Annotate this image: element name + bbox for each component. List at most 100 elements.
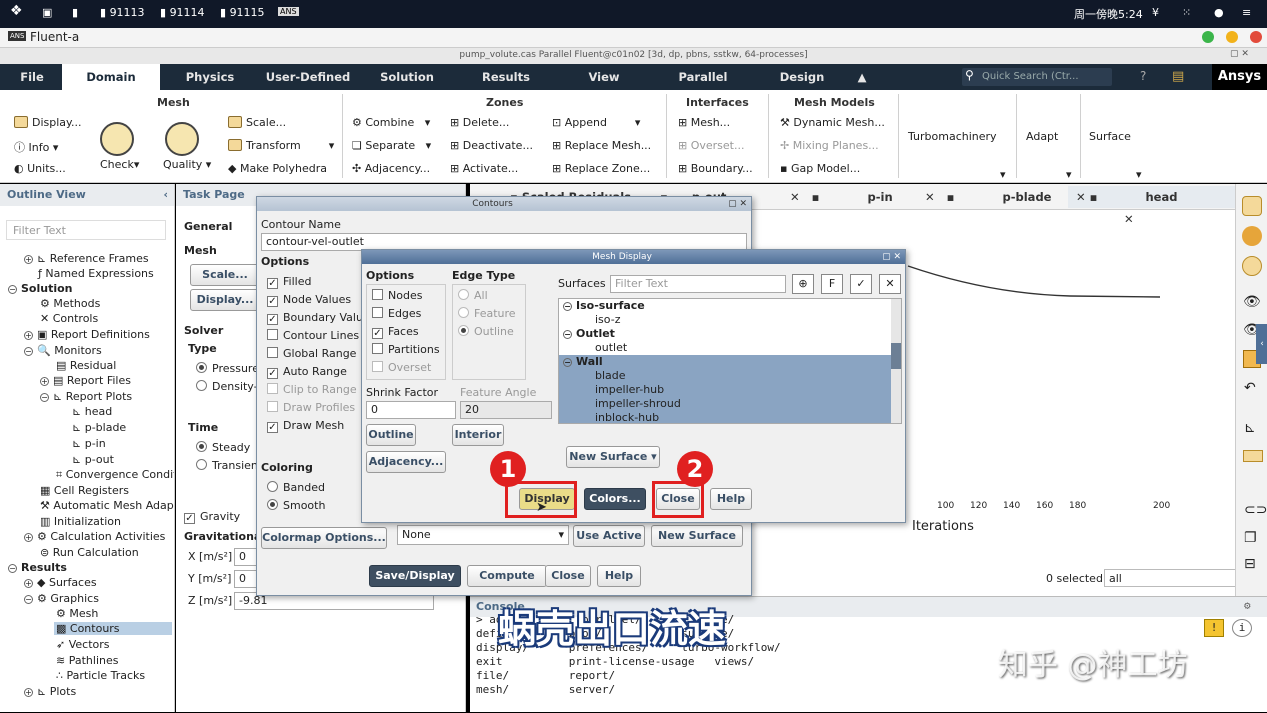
selection-dropdown[interactable]: all▾	[1104, 569, 1254, 587]
interior-button[interactable]: Interior	[452, 424, 504, 446]
surface-list-item[interactable]: outlet	[559, 341, 891, 355]
interfaces-overset-button[interactable]: ⊞ Overset...	[678, 139, 744, 152]
tree-mesh[interactable]: ⚙ Mesh	[56, 607, 98, 620]
tree-initialization[interactable]: ▥ Initialization	[40, 515, 121, 528]
check-icon[interactable]	[100, 122, 134, 156]
close-window-button[interactable]	[1250, 31, 1262, 43]
outline-button[interactable]: Outline	[366, 424, 416, 446]
adjacency-button[interactable]: Adjacency...	[366, 451, 446, 473]
tree-residual[interactable]: ▤ Residual	[56, 359, 116, 372]
tree-run-calculation[interactable]: ⊜ Run Calculation	[40, 546, 139, 559]
task-display-button[interactable]: Display...	[190, 289, 260, 311]
deselect-icon[interactable]: F	[821, 274, 843, 294]
surface-list-item[interactable]: impeller-hub	[559, 383, 891, 397]
console-settings-icon[interactable]: ⚙	[1244, 599, 1251, 612]
tree-contours[interactable]: ▩ Contours	[54, 622, 172, 635]
tree-report-files[interactable]: + ▤ Report Files	[40, 374, 131, 387]
feature-edges-radio[interactable]: Feature	[458, 307, 516, 320]
compute-button[interactable]: Compute	[467, 565, 547, 587]
tab-user-defined[interactable]: User-Defined	[258, 64, 358, 90]
shrink-factor-input[interactable]: 0	[366, 401, 456, 419]
surface-button[interactable]: Surface	[1089, 130, 1131, 143]
tree-graphics[interactable]: − ⚙ Graphics	[24, 592, 99, 605]
toggle-icon[interactable]: ⊂⊃	[1244, 502, 1267, 518]
tab-design[interactable]: Design	[766, 64, 838, 90]
tab-parallel[interactable]: Parallel	[664, 64, 742, 90]
tree-convergence-conditions[interactable]: ⌗ Convergence Conditions	[56, 468, 174, 482]
start-icon[interactable]: ❖	[10, 3, 23, 19]
zones-separate-button[interactable]: ❏ Separate ▾	[352, 139, 431, 152]
global-range-checkbox[interactable]: Global Range	[267, 347, 356, 360]
colors-button[interactable]: Colors...	[584, 488, 646, 510]
app-icon[interactable]: ▮	[72, 6, 78, 19]
taskbar-item-2[interactable]: ▮ 91114	[160, 6, 205, 19]
tree-reference-frames[interactable]: + ⊾ Reference Frames	[24, 252, 149, 265]
contours-close-button[interactable]: Close	[545, 565, 591, 587]
search-input[interactable]: Quick Search (Ctr...	[982, 71, 1079, 82]
turbomachinery-dropdown-icon[interactable]: ▾	[1000, 168, 1006, 181]
save-display-button[interactable]: Save/Display	[369, 565, 461, 587]
fit-icon[interactable]	[1242, 196, 1262, 216]
network-icon[interactable]: ¥	[1152, 6, 1159, 19]
contour-lines-checkbox[interactable]: Contour Lines	[267, 329, 359, 342]
undo-view-icon[interactable]: ↶	[1244, 380, 1256, 396]
contours-help-button[interactable]: Help	[597, 565, 641, 587]
rotate-icon[interactable]	[1242, 226, 1262, 246]
zones-replace-zone-button[interactable]: ⊞ Replace Zone...	[552, 162, 650, 175]
tab-solution[interactable]: Solution	[368, 64, 446, 90]
tree-pathlines[interactable]: ≋ Pathlines	[56, 654, 118, 667]
tree-methods[interactable]: ⚙ Methods	[40, 297, 100, 310]
mesh-units-button[interactable]: ◐ Units...	[14, 162, 66, 175]
adapt-button[interactable]: Adapt	[1026, 130, 1058, 143]
quick-search[interactable]: ⚲ Quick Search (Ctr...	[962, 68, 1112, 86]
surface-dropdown-icon[interactable]: ▾	[1136, 168, 1142, 181]
adapt-dropdown-icon[interactable]: ▾	[1066, 168, 1072, 181]
faces-checkbox[interactable]: ✓ Faces	[372, 325, 419, 339]
tree-p-blade[interactable]: ⊾ p-blade	[72, 421, 126, 434]
plot-icon[interactable]: ⊾	[1244, 420, 1256, 436]
turbomachinery-button[interactable]: Turbomachinery	[908, 130, 997, 143]
check-selection-icon[interactable]: ✓	[850, 274, 872, 294]
overset-checkbox[interactable]: Overset	[372, 361, 431, 374]
zones-delete-button[interactable]: ⊞ Delete...	[450, 116, 509, 129]
clear-icon[interactable]: ⊟	[1244, 556, 1256, 572]
tree-surfaces[interactable]: + ◆ Surfaces	[24, 576, 97, 589]
tree-head[interactable]: ⊾ head	[72, 405, 112, 418]
tab-results[interactable]: Results	[466, 64, 546, 90]
zones-activate-button[interactable]: ⊞ Activate...	[450, 162, 518, 175]
clip-to-range-checkbox[interactable]: Clip to Range	[267, 383, 357, 396]
partitions-checkbox[interactable]: Partitions	[372, 343, 440, 356]
clear-selection-icon[interactable]: ✕	[879, 274, 901, 294]
node-values-checkbox[interactable]: ✓ Node Values	[267, 293, 351, 307]
tab-file[interactable]: File	[8, 64, 56, 90]
surface-list-item[interactable]: blade	[559, 369, 891, 383]
steady-radio[interactable]: Steady	[196, 441, 250, 454]
surface-list-item[interactable]: − Wall	[559, 355, 891, 369]
zones-deactivate-button[interactable]: ⊞ Deactivate...	[450, 139, 533, 152]
collapse-toolbar-icon[interactable]: ‹	[1256, 324, 1267, 364]
use-active-button[interactable]: Use Active	[573, 525, 645, 547]
edges-checkbox[interactable]: Edges	[372, 307, 421, 320]
folder-icon[interactable]: ▣	[42, 6, 52, 19]
auto-range-checkbox[interactable]: ✓ Auto Range	[267, 365, 347, 379]
zones-adjacency-button[interactable]: ✣ Adjacency...	[352, 162, 430, 175]
graphics-tab-head[interactable]: ✕ ▪ head ✕	[1068, 186, 1235, 226]
gap-model-button[interactable]: ▪ Gap Model...	[780, 162, 860, 175]
surface-list-item[interactable]: inblock-hub	[559, 411, 891, 423]
smooth-radio[interactable]: Smooth	[267, 499, 325, 512]
mesh-check-button[interactable]: Check▾	[100, 158, 139, 171]
tree-p-in[interactable]: ⊾ p-in	[72, 437, 106, 450]
tree-calculation-activities[interactable]: + ⚙ Calculation Activities	[24, 530, 165, 543]
tab-physics[interactable]: Physics	[170, 64, 250, 90]
transient-radio[interactable]: Transien	[196, 459, 258, 472]
contours-new-surface-button[interactable]: New Surface	[651, 525, 743, 547]
collapse-ribbon-icon[interactable]: ▲	[852, 64, 872, 90]
apps-grid-icon[interactable]: ⁙	[1182, 6, 1191, 19]
surfaces-list[interactable]: − Iso-surface iso-z − Outlet outlet − Wall blade…	[558, 298, 902, 424]
task-scale-button[interactable]: Scale...	[190, 264, 260, 286]
tree-plots[interactable]: + ⊾ Plots	[24, 685, 76, 698]
mesh-transform-button[interactable]: Transform ▾	[228, 139, 334, 152]
view-icon[interactable]: 👁	[1243, 294, 1261, 310]
surface-list-item[interactable]: iso-z	[559, 313, 891, 327]
copy-icon[interactable]: ❐	[1244, 530, 1257, 546]
